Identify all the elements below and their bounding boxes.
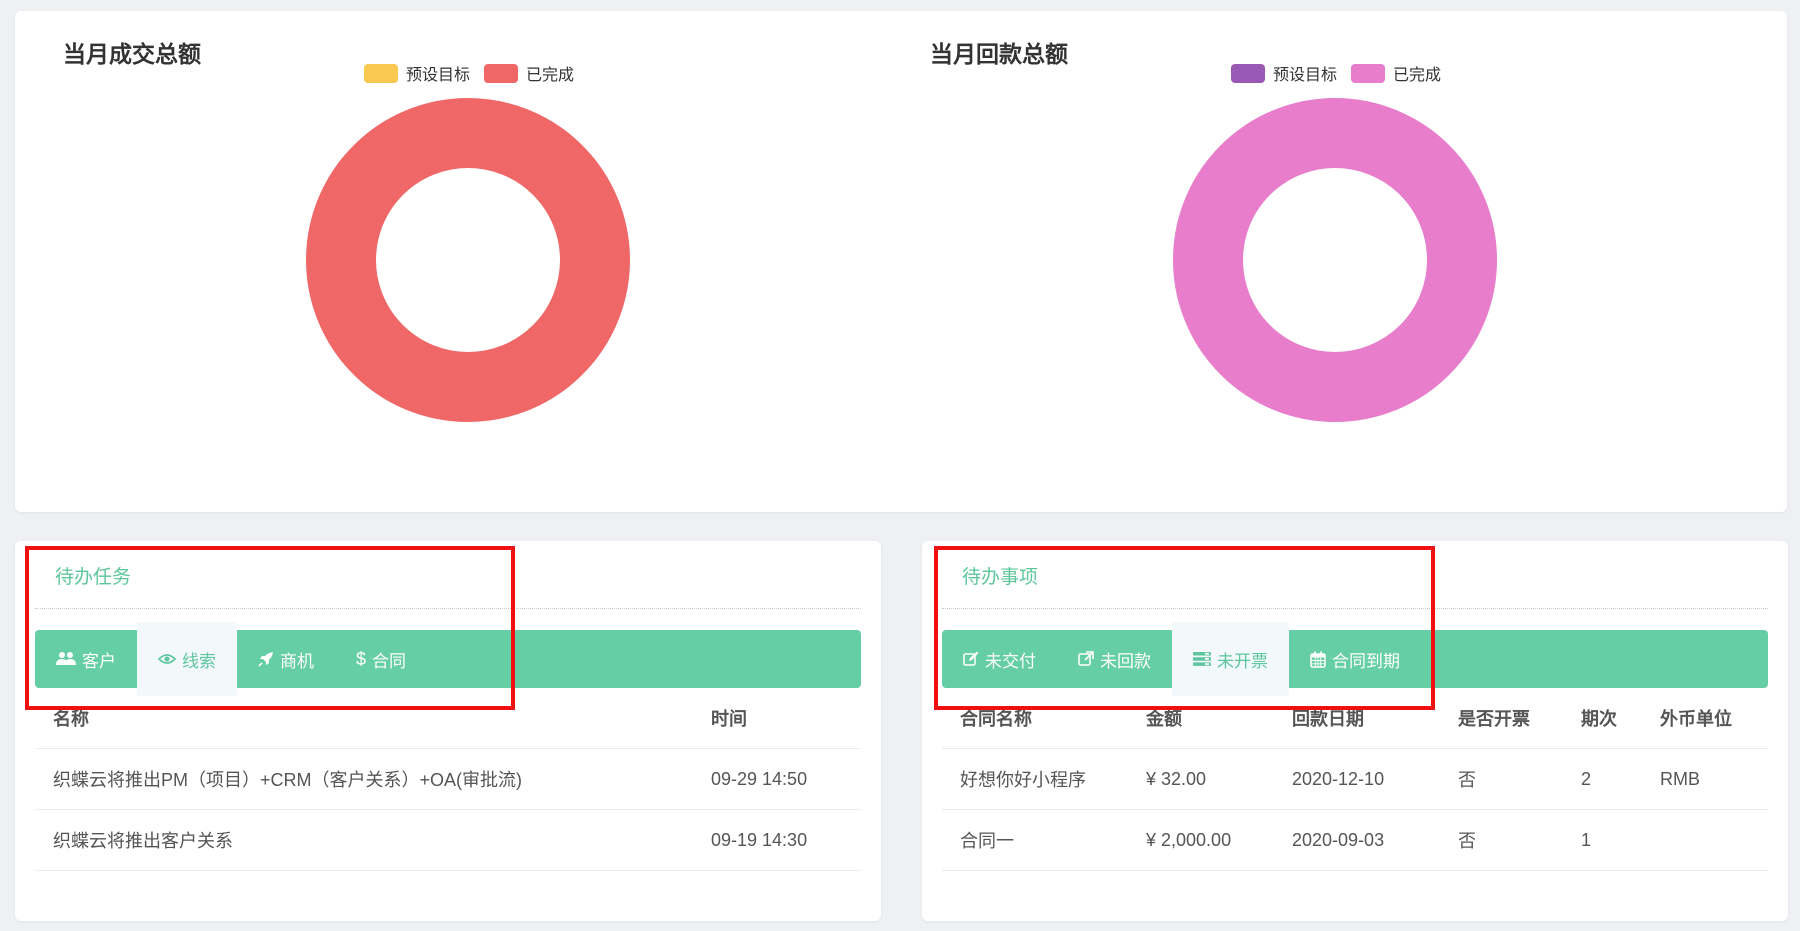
tab-undelivered[interactable]: 未交付 (942, 630, 1057, 688)
legend-item-target[interactable]: 预设目标 (1231, 61, 1337, 85)
installment: 2 (1581, 768, 1592, 789)
todo-tasks-card: 待办任务 客户 线索 商机 $ 合同 名称 时间 织蝶云将推出PM（项目）+CR… (15, 541, 881, 921)
legend-label-completed: 已完成 (1393, 67, 1442, 84)
contract-name[interactable]: 好想你好小程序 (942, 766, 1128, 792)
column-header-time: 时间 (711, 709, 747, 729)
payment-chart-legend: 预设目标 已完成 (1231, 61, 1455, 85)
tab-opportunities[interactable]: 商机 (237, 630, 335, 688)
tab-unpaid[interactable]: 未回款 (1057, 630, 1172, 688)
column-header-invoiced: 是否开票 (1458, 709, 1530, 729)
task-name[interactable]: 织蝶云将推出客户关系 (35, 827, 693, 853)
tab-customers[interactable]: 客户 (35, 630, 137, 688)
task-time: 09-29 14:50 (711, 768, 808, 789)
edit-icon (963, 651, 979, 667)
todo-tasks-table: 名称 时间 织蝶云将推出PM（项目）+CRM（客户关系）+OA(审批流) 09-… (35, 688, 861, 871)
donut-slice-completed[interactable] (1173, 98, 1497, 422)
column-header-amount: 金额 (1146, 709, 1182, 729)
column-header-payment-date: 回款日期 (1292, 709, 1364, 729)
legend-item-completed[interactable]: 已完成 (484, 61, 574, 85)
invoiced-flag: 否 (1458, 831, 1476, 851)
external-link-icon (1078, 651, 1094, 667)
todo-items-table: 合同名称 金额 回款日期 是否开票 期次 外币单位 好想你好小程序 ¥ 32.0… (942, 688, 1768, 871)
installment: 1 (1581, 829, 1592, 850)
column-header-installment: 期次 (1581, 709, 1617, 729)
sales-chart-title: 当月成交总额 (63, 41, 201, 67)
donut-slice-completed[interactable] (306, 98, 630, 422)
task-time: 09-19 14:30 (711, 829, 808, 850)
legend-swatch-target (364, 63, 398, 83)
todo-items-card: 待办事项 未交付 未回款 未开票 合同到期 合同名称 金额 回款日期 是否开票 … (922, 541, 1788, 921)
payment-donut-chart (1173, 98, 1497, 422)
list-icon (1193, 652, 1211, 666)
contract-amount: ¥ 32.00 (1146, 768, 1207, 789)
tab-contract-expiring[interactable]: 合同到期 (1289, 630, 1421, 688)
divider (942, 608, 1768, 609)
tab-label: 线索 (182, 651, 216, 671)
table-row[interactable]: 好想你好小程序 ¥ 32.00 2020-12-10 否 2 RMB (942, 749, 1768, 810)
divider (35, 608, 861, 609)
todo-tasks-tabbar: 客户 线索 商机 $ 合同 (35, 622, 861, 696)
table-header: 合同名称 金额 回款日期 是否开票 期次 外币单位 (942, 688, 1768, 749)
tab-label: 合同到期 (1332, 651, 1400, 671)
column-header-contract-name: 合同名称 (960, 709, 1032, 729)
tab-label: 未交付 (985, 651, 1036, 671)
rocket-icon (258, 651, 274, 667)
tab-label: 未开票 (1217, 651, 1268, 671)
users-icon (56, 651, 76, 667)
tab-label: 商机 (280, 651, 314, 671)
payment-date: 2020-12-10 (1292, 768, 1385, 789)
tab-label: 未回款 (1100, 651, 1151, 671)
payment-date: 2020-09-03 (1292, 829, 1385, 850)
legend-label-completed: 已完成 (526, 67, 575, 84)
legend-label-target: 预设目标 (1273, 67, 1338, 84)
todo-items-title: 待办事项 (962, 567, 1039, 588)
tab-label: 客户 (82, 651, 116, 671)
legend-label-target: 预设目标 (406, 67, 471, 84)
tab-leads[interactable]: 线索 (137, 622, 237, 696)
table-row[interactable]: 织蝶云将推出客户关系 09-19 14:30 (35, 810, 861, 871)
todo-items-tabbar: 未交付 未回款 未开票 合同到期 (942, 622, 1768, 696)
table-row[interactable]: 合同一 ¥ 2,000.00 2020-09-03 否 1 (942, 810, 1768, 871)
eye-icon (158, 653, 176, 665)
legend-swatch-completed (1351, 63, 1386, 83)
legend-item-completed[interactable]: 已完成 (1351, 61, 1441, 85)
invoiced-flag: 否 (1458, 770, 1476, 790)
currency-unit: RMB (1660, 768, 1700, 789)
sales-chart-legend: 预设目标 已完成 (364, 61, 588, 85)
column-header-currency: 外币单位 (1660, 709, 1732, 729)
payment-chart-title: 当月回款总额 (930, 41, 1068, 67)
charts-card: 当月成交总额 预设目标 已完成 当月回款总额 预设目标 已完成 (15, 11, 1787, 512)
dollar-icon: $ (356, 648, 367, 669)
task-name[interactable]: 织蝶云将推出PM（项目）+CRM（客户关系）+OA(审批流) (35, 766, 693, 792)
contract-amount: ¥ 2,000.00 (1146, 829, 1232, 850)
todo-tasks-title: 待办任务 (55, 567, 132, 588)
legend-item-target[interactable]: 预设目标 (364, 61, 470, 85)
tab-contracts[interactable]: $ 合同 (335, 630, 427, 688)
table-header: 名称 时间 (35, 688, 861, 749)
tab-uninvoiced[interactable]: 未开票 (1172, 622, 1289, 696)
legend-swatch-completed (484, 63, 519, 83)
sales-donut-chart (306, 98, 630, 422)
contract-name[interactable]: 合同一 (942, 827, 1128, 853)
calendar-icon (1310, 651, 1326, 668)
table-row[interactable]: 织蝶云将推出PM（项目）+CRM（客户关系）+OA(审批流) 09-29 14:… (35, 749, 861, 810)
legend-swatch-target (1231, 63, 1265, 83)
column-header-name: 名称 (53, 709, 89, 729)
tab-label: 合同 (372, 651, 407, 671)
